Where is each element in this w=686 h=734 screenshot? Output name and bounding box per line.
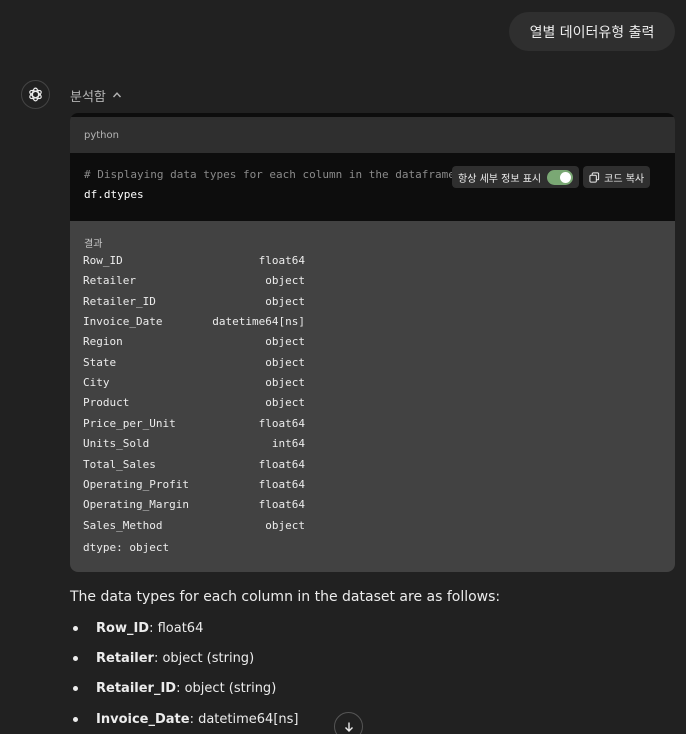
bullet-value: : object (string) — [176, 680, 277, 696]
dtype-row: Price_per_Unit float64 — [83, 417, 305, 432]
dtype-row: Invoice_Date datetime64[ns] — [83, 315, 305, 330]
copy-code-button[interactable]: 코드 복사 — [583, 166, 651, 188]
column-name: Operating_Profit — [83, 477, 189, 491]
dtype-footer: dtype: object — [83, 541, 170, 554]
column-dtype: float64 — [258, 477, 305, 491]
bullet-key: Row_ID — [96, 620, 150, 636]
dtype-row: Operating_Profit float64 — [83, 478, 305, 493]
bullet-value: : object (string) — [153, 650, 255, 666]
column-dtype: int64 — [271, 437, 305, 451]
list-item: Row_ID: float64 — [73, 618, 633, 638]
code-actions: 항상 세부 정보 표시 코드 복사 — [452, 166, 668, 188]
code-card: python # Displaying data types for each … — [70, 113, 675, 572]
bullet-dot — [73, 655, 78, 661]
copy-code-label: 코드 복사 — [604, 173, 645, 185]
column-name: Operating_Margin — [83, 498, 189, 512]
column-dtype: object — [265, 376, 305, 390]
column-dtype: float64 — [258, 498, 305, 512]
column-dtype: float64 — [258, 254, 305, 267]
toggle-knob — [560, 171, 572, 183]
dtype-row: Retailer object — [83, 274, 305, 289]
bullet-key: Retailer_ID — [96, 680, 177, 696]
column-name: Region — [83, 335, 123, 349]
column-dtype: object — [265, 355, 305, 369]
openai-logo-icon — [29, 87, 42, 102]
scroll-down-button[interactable] — [334, 712, 363, 734]
bullet-value: : float64 — [149, 620, 204, 636]
dtype-row: Sales_Method object — [83, 519, 305, 534]
column-dtype: object — [265, 396, 305, 410]
code-header: python — [70, 113, 675, 153]
list-item: Retailer: object (string) — [73, 648, 633, 668]
dtype-row: Units_Sold int64 — [83, 437, 305, 452]
code-line-statement: df.dtypes — [84, 188, 144, 201]
chevron-up-icon — [112, 92, 121, 98]
column-dtype: object — [265, 294, 305, 308]
dtype-row: Product object — [83, 396, 305, 411]
bullet-dot — [73, 685, 78, 691]
column-dtype: object — [265, 518, 305, 532]
details-toggle-switch[interactable] — [547, 169, 574, 185]
bullet-dot — [73, 716, 78, 722]
code-body: # Displaying data types for each column … — [70, 153, 675, 221]
column-name: Product — [83, 396, 130, 410]
arrow-down-icon — [344, 722, 353, 732]
dtype-row: State object — [83, 356, 305, 371]
column-name: Invoice_Date — [83, 315, 163, 329]
code-line-comment: # Displaying data types for each column … — [84, 168, 455, 181]
always-show-details-toggle[interactable]: 항상 세부 정보 표시 — [452, 166, 580, 188]
dtype-row: Operating_Margin float64 — [83, 498, 305, 513]
user-message-bubble: 열별 데이터유형 출력 — [509, 12, 675, 51]
assistant-avatar — [21, 80, 50, 109]
copy-icon — [589, 171, 600, 183]
result-panel: 결과 Row_ID float64 Retailer object Retailer_I… — [70, 221, 675, 572]
column-name: Total_Sales — [83, 457, 156, 471]
dtype-row: City object — [83, 376, 305, 391]
code-language-label: python — [84, 129, 119, 141]
column-dtype: object — [265, 274, 305, 288]
answer-intro: The data types for each column in the da… — [70, 589, 501, 605]
column-name: Sales_Method — [83, 518, 163, 532]
column-name: Row_ID — [83, 254, 123, 267]
dtype-row: Region object — [83, 335, 305, 350]
bullet-key: Invoice_Date — [96, 711, 190, 727]
dtype-row: Retailer_ID object — [83, 295, 305, 310]
column-dtype: float64 — [258, 416, 305, 430]
column-name: Price_per_Unit — [83, 416, 176, 430]
list-item: Retailer_ID: object (string) — [73, 678, 633, 698]
analysis-toggle[interactable]: 분석함 — [70, 85, 122, 105]
column-name: Units_Sold — [83, 437, 150, 451]
bullet-dot — [73, 625, 78, 631]
column-name: State — [83, 355, 117, 369]
always-show-details-label: 항상 세부 정보 표시 — [458, 173, 542, 185]
column-name: City — [83, 376, 110, 390]
bullet-key: Retailer — [96, 650, 154, 666]
dtype-row: Total_Sales float64 — [83, 458, 305, 473]
column-dtype: datetime64[ns] — [212, 315, 305, 329]
column-dtype: float64 — [258, 457, 305, 471]
column-name: Retailer_ID — [83, 294, 156, 308]
bullet-value: : datetime64[ns] — [189, 711, 299, 727]
dtype-row: Row_ID float64 — [83, 254, 305, 269]
column-dtype: object — [265, 335, 305, 349]
analysis-label: 분석함 — [70, 89, 106, 105]
user-message-text: 열별 데이터유형 출력 — [529, 24, 655, 41]
column-name: Retailer — [83, 274, 136, 288]
result-label: 결과 — [84, 239, 103, 250]
